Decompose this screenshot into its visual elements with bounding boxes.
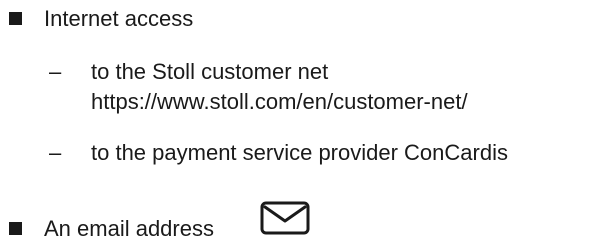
bullet-square — [9, 12, 22, 25]
document-page: Internet access – to the Stoll customer … — [0, 0, 594, 244]
envelope-icon — [260, 201, 310, 235]
subitem-payment-provider: to the payment service provider ConCardi… — [91, 140, 508, 165]
subitem-stoll-customer-net: to the Stoll customer net — [91, 59, 329, 84]
stoll-customer-net-url: https://www.stoll.com/en/customer-net/ — [91, 89, 468, 114]
list-item-email-address: An email address — [44, 216, 214, 241]
dash-bullet: – — [49, 59, 62, 84]
dash-bullet: – — [49, 140, 62, 165]
list-item-internet-access: Internet access — [44, 6, 194, 31]
bullet-square — [9, 222, 22, 235]
